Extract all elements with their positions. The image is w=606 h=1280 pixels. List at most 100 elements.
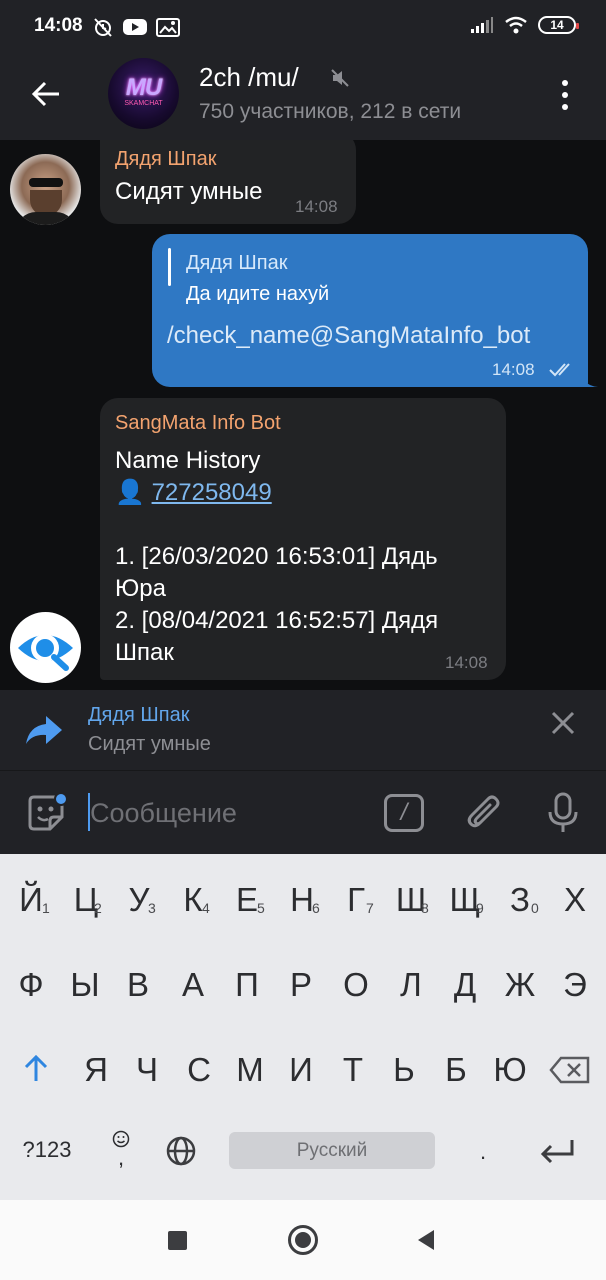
key[interactable]: Ц2 (59, 870, 113, 930)
message-time: 14:08 (295, 197, 338, 216)
reply-preview-name: Дядя Шпак (88, 704, 190, 726)
signal-icon (471, 17, 493, 33)
status-bar: 14:08 14 (0, 0, 606, 46)
gallery-icon (156, 18, 180, 37)
home-icon[interactable] (288, 1225, 318, 1255)
reply-preview-panel[interactable]: Дядя Шпак Сидят умные (0, 690, 606, 771)
chat-avatar[interactable]: MU SKAMCHAT (108, 58, 179, 129)
history-line: Юра (115, 575, 166, 602)
recent-apps-icon[interactable] (168, 1231, 187, 1250)
user-id-line: 👤 727258049 (115, 477, 272, 509)
keyboard: Й1 Ц2 У3 К4 Е5 Н6 Г7 Ш8 Щ9 З0 Х Ф Ы В А … (0, 854, 606, 1200)
key[interactable]: Я (69, 1040, 123, 1100)
chat-header: MU SKAMCHAT 2ch /mu/ 750 участников, 212… (0, 46, 606, 140)
nav-back-icon[interactable] (416, 1229, 436, 1251)
key[interactable]: В (111, 955, 165, 1015)
status-notification-icons (92, 16, 180, 38)
message-time: 14:08 (445, 653, 488, 672)
key[interactable]: Х (548, 870, 602, 930)
key[interactable]: Б (429, 1040, 483, 1100)
key[interactable]: Л (384, 955, 438, 1015)
period-key[interactable]: . (456, 1122, 510, 1182)
key[interactable]: Ф (4, 955, 58, 1015)
chat-title[interactable]: 2ch /mu/ (199, 62, 299, 93)
globe-icon[interactable] (165, 1135, 197, 1167)
key[interactable]: А (166, 955, 220, 1015)
avatar-logo-text: MU (125, 74, 162, 101)
key[interactable]: З0 (493, 870, 547, 930)
bot-message-bubble[interactable]: SangMata Info Bot Name History 👤 7272580… (100, 398, 506, 680)
key[interactable]: Д (438, 955, 492, 1015)
read-receipt-icon (549, 363, 570, 377)
alarm-off-icon (94, 18, 112, 37)
sticker-badge (54, 792, 68, 806)
key[interactable]: Т (326, 1040, 380, 1100)
attach-icon[interactable] (464, 791, 504, 835)
message-sender[interactable]: SangMata Info Bot (115, 412, 281, 435)
reply-quote-text[interactable]: Да идите нахуй (186, 283, 329, 306)
user-icon: 👤 (115, 479, 145, 506)
key[interactable]: Ж (493, 955, 547, 1015)
key[interactable]: С (172, 1040, 226, 1100)
key[interactable]: Г7 (329, 870, 383, 930)
history-line: 1. [26/03/2020 16:53:01] Дядь (115, 543, 438, 570)
reply-quote-name[interactable]: Дядя Шпак (186, 252, 287, 275)
message-bubble[interactable]: Дядя Шпак Сидят умные 14:08 (100, 140, 356, 224)
message-heading: Name History (115, 447, 261, 474)
message-input[interactable] (90, 793, 370, 833)
message-text: Сидят умные (115, 178, 263, 205)
user-avatar[interactable] (10, 154, 81, 225)
key[interactable]: Ь (377, 1040, 431, 1100)
key[interactable]: Ш8 (384, 870, 438, 930)
emoji-comma-key[interactable]: , (94, 1120, 148, 1180)
reply-quote-bar (168, 248, 171, 286)
shift-icon[interactable] (20, 1053, 52, 1085)
chat-messages[interactable]: Дядя Шпак Сидят умные 14:08 Дядя Шпак Да… (0, 140, 606, 690)
command-text[interactable]: /check_name@SangMataInfo_bot (167, 320, 530, 352)
symbols-key[interactable]: ?123 (15, 1120, 79, 1180)
chat-member-count: 750 участников, 212 в сети (199, 100, 462, 123)
navigation-bar (0, 1200, 606, 1280)
battery-indicator: 14 (538, 16, 579, 34)
reply-preview-text: Сидят умные (88, 733, 211, 755)
back-arrow-icon[interactable] (30, 78, 62, 110)
key[interactable]: Е5 (220, 870, 274, 930)
history-line: Шпак (115, 639, 174, 666)
bot-avatar[interactable] (10, 612, 81, 683)
microphone-icon[interactable] (543, 791, 583, 835)
key[interactable]: Ч (120, 1040, 174, 1100)
message-sender[interactable]: Дядя Шпак (115, 148, 216, 171)
bot-command-label: / (400, 799, 408, 826)
key[interactable]: Й1 (4, 870, 58, 930)
close-icon[interactable] (548, 708, 578, 738)
user-id-link[interactable]: 727258049 (152, 479, 272, 506)
key[interactable]: Н6 (275, 870, 329, 930)
message-time: 14:08 (492, 360, 535, 379)
key[interactable]: О (329, 955, 383, 1015)
enter-icon[interactable] (539, 1138, 575, 1164)
bot-command-button[interactable]: / (384, 794, 424, 832)
key[interactable]: И (274, 1040, 328, 1100)
more-menu-icon[interactable] (558, 80, 572, 110)
key[interactable]: Э (548, 955, 602, 1015)
muted-icon (331, 69, 349, 87)
avatar-logo-subtext: SKAMCHAT (124, 100, 163, 107)
key[interactable]: М (223, 1040, 277, 1100)
key[interactable]: У3 (112, 870, 166, 930)
backspace-icon[interactable] (549, 1056, 591, 1084)
reply-arrow-icon (26, 716, 62, 744)
bubble-tail (580, 372, 598, 387)
key[interactable]: Ы (58, 955, 112, 1015)
youtube-icon (123, 19, 147, 35)
message-input-bar: / (0, 771, 606, 854)
key[interactable]: К4 (166, 870, 220, 930)
key[interactable]: П (220, 955, 274, 1015)
key[interactable]: Ю (483, 1040, 537, 1100)
wifi-icon (505, 16, 527, 34)
status-system-icons: 14 (470, 16, 579, 34)
status-time: 14:08 (34, 15, 83, 36)
key[interactable]: Щ9 (438, 870, 492, 930)
key[interactable]: Р (274, 955, 328, 1015)
space-key[interactable]: Русский (229, 1132, 435, 1169)
history-line: 2. [08/04/2021 16:52:57] Дядя (115, 607, 439, 634)
